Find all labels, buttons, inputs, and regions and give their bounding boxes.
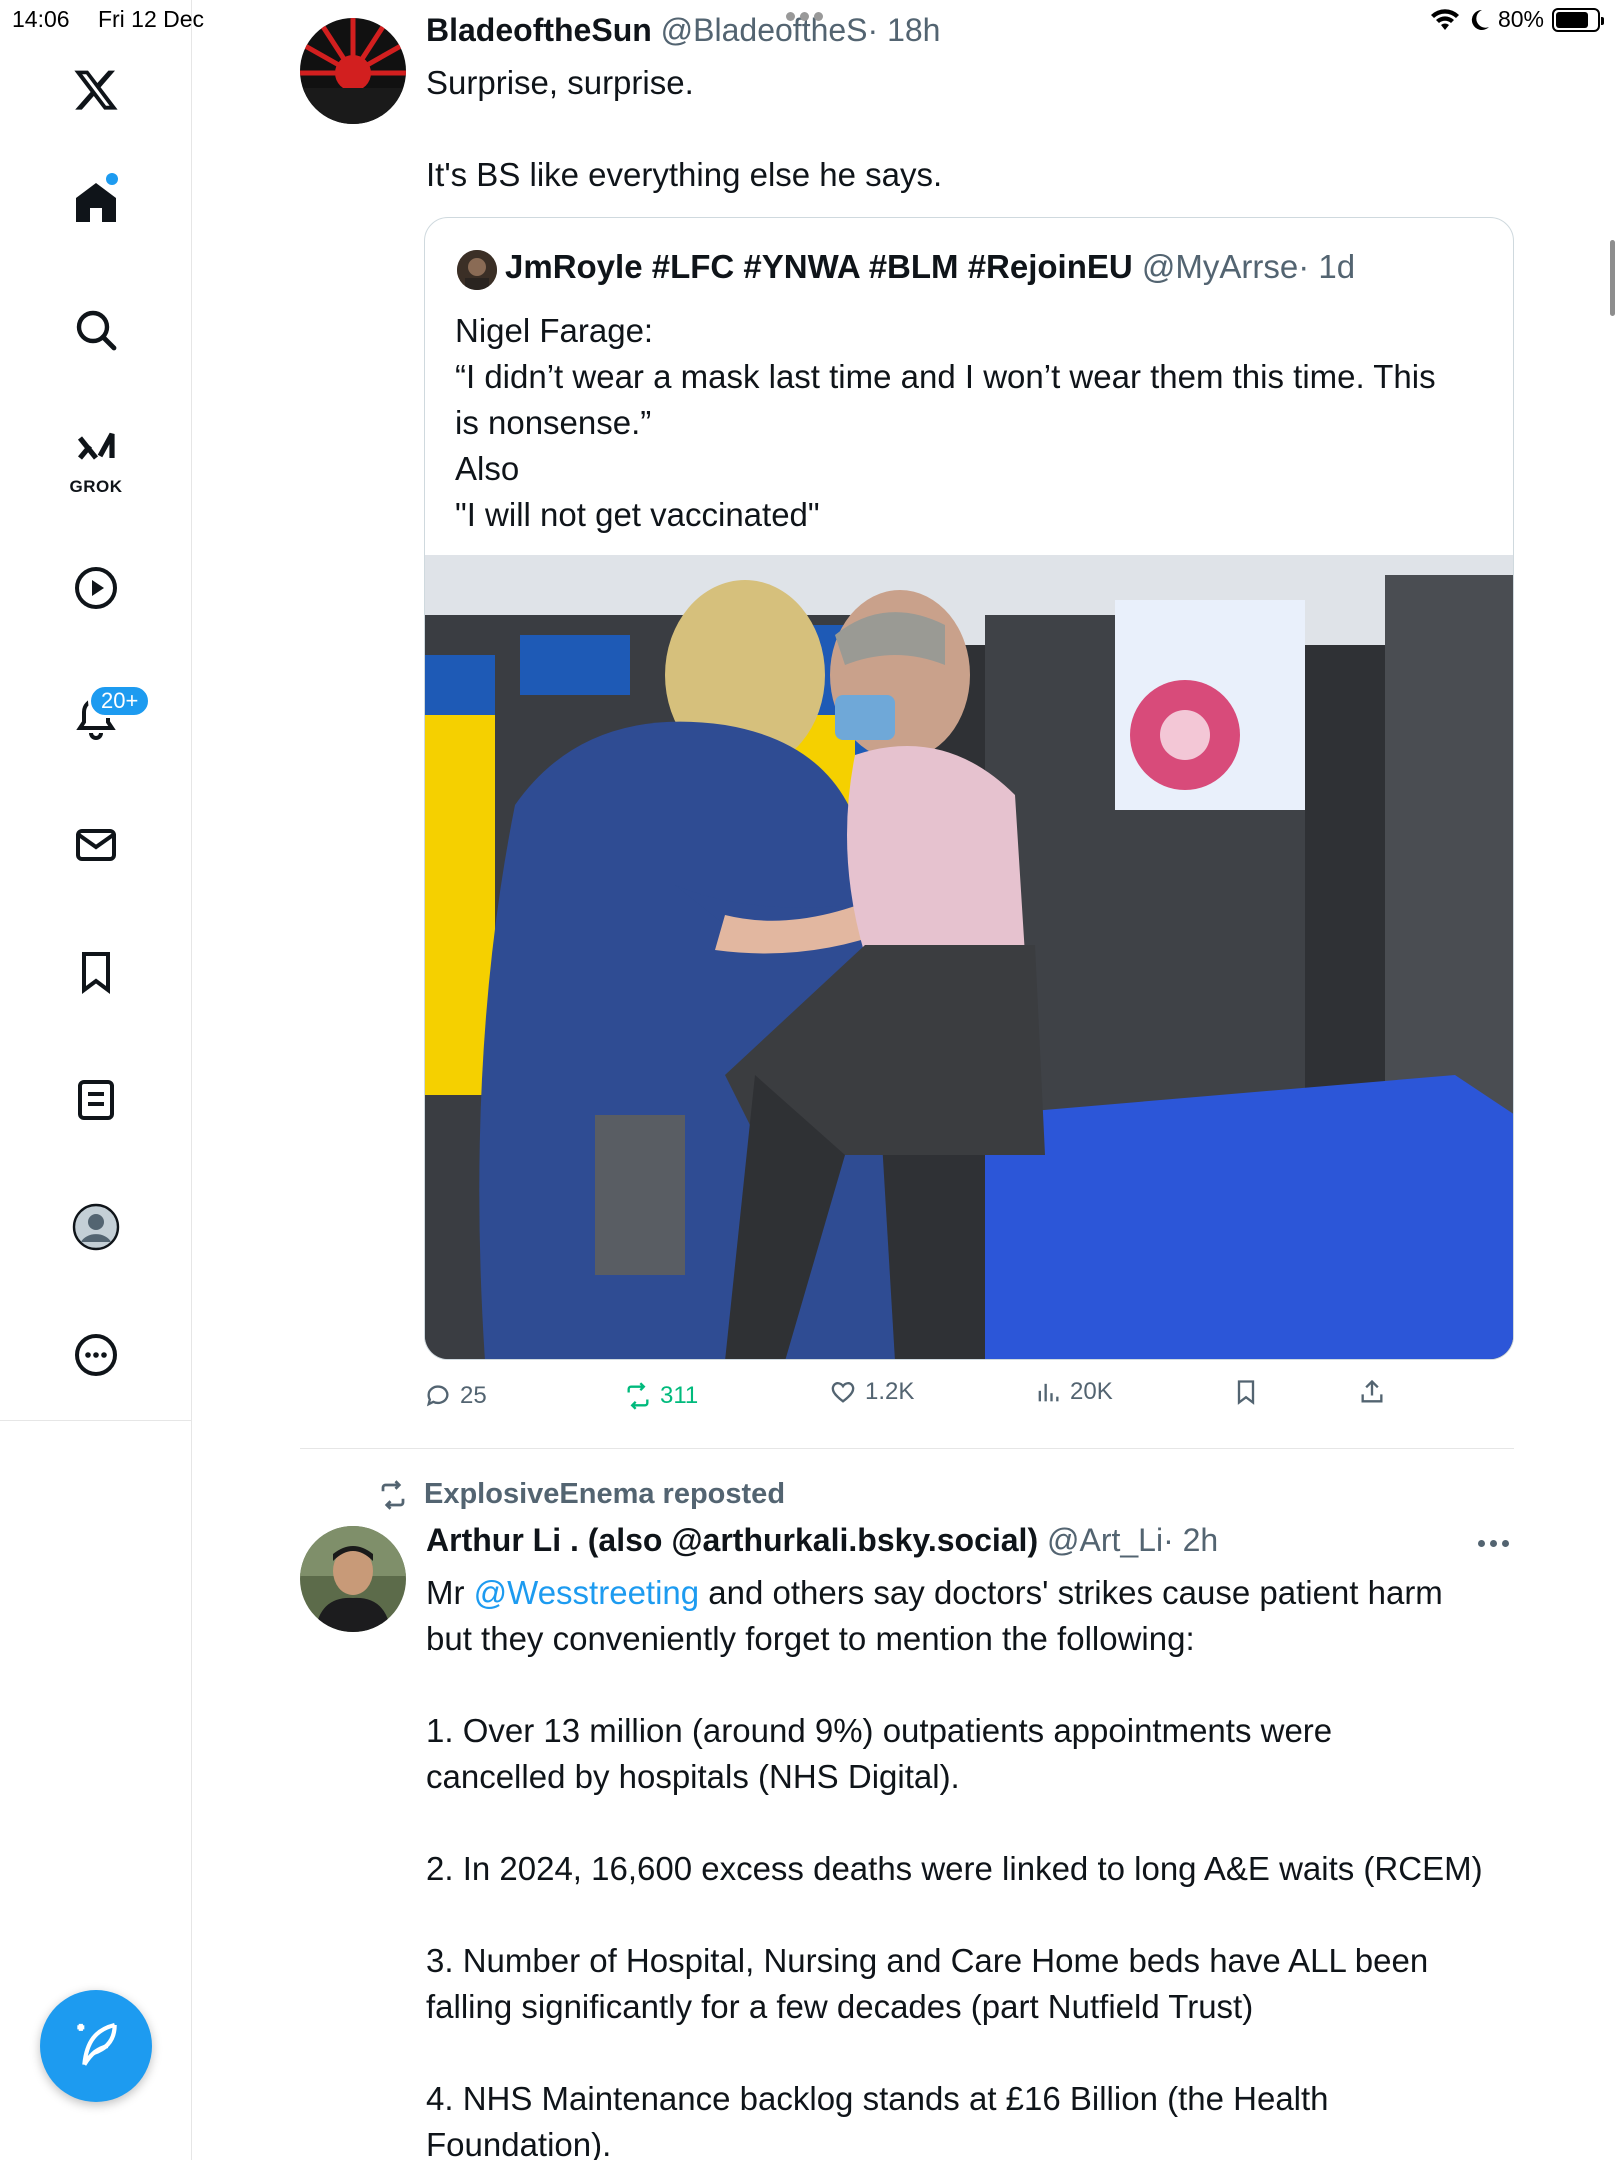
reply-count: 25 <box>460 1382 487 1409</box>
tweet2-text-line1: and others say doctors' strikes cause pa… <box>699 1574 1443 1611</box>
views-button[interactable]: 20K <box>1034 1378 1113 1406</box>
status-left: 14:06 Fri 12 Dec <box>12 6 226 33</box>
battery-icon <box>1552 7 1604 32</box>
reply-icon <box>426 1385 449 1407</box>
quote-tweet-card[interactable]: JmRoyle #LFC #YNWA #BLM #RejoinEU @MyArr… <box>424 217 1514 1360</box>
quote-avatar <box>457 250 497 290</box>
tweet1-text: Surprise, surprise. It's BS like everyth… <box>426 64 943 193</box>
repost-count: 311 <box>660 1382 699 1409</box>
tweet2-header: Arthur Li . (also @arthurkali.bsky.socia… <box>426 1522 1218 1559</box>
tweet2-time[interactable]: · 2h <box>1163 1522 1218 1558</box>
moon-icon <box>1471 9 1489 30</box>
status-right: 80% <box>1430 6 1604 33</box>
mention-link[interactable]: @Wesstreeting <box>474 1574 699 1611</box>
repost-button[interactable]: 311 <box>624 1382 698 1410</box>
reposted-by: ExplosiveEnema reposted <box>424 1478 786 1510</box>
repost-icon <box>381 1479 405 1510</box>
sidebar-border <box>191 1420 192 2160</box>
quote-header: JmRoyle #LFC #YNWA #BLM #RejoinEU @MyArr… <box>505 248 1355 286</box>
quote-handle[interactable]: @MyArrse <box>1142 248 1298 285</box>
reply-button[interactable]: 25 <box>424 1382 487 1410</box>
sidebar-divider <box>0 1420 192 1421</box>
tweet1-actions: 25 311 1.2K 20K <box>424 1378 1514 1418</box>
quote-author-name[interactable]: JmRoyle #LFC #YNWA #BLM #RejoinEU <box>505 248 1133 285</box>
compose-button[interactable] <box>40 1990 152 2102</box>
views-count: 20K <box>1070 1378 1113 1405</box>
tweet2-author-name[interactable]: Arthur Li . (also @arthurkali.bsky.socia… <box>426 1522 1038 1558</box>
quote-time: · 1d <box>1298 248 1356 285</box>
home-notification-dot <box>106 173 118 185</box>
lists-icon[interactable] <box>66 1070 126 1130</box>
notifications-badge: 20+ <box>88 684 152 718</box>
status-bar: 14:06 Fri 12 Dec 80% <box>0 0 1620 40</box>
share-icon <box>1361 1379 1383 1403</box>
wifi-icon <box>1430 8 1459 30</box>
like-count: 1.2K <box>865 1378 915 1405</box>
status-date: Fri 12 Dec <box>97 6 205 32</box>
heart-icon <box>831 1382 855 1403</box>
compose-icon <box>77 2022 117 2066</box>
search-icon[interactable] <box>66 300 126 360</box>
quote-photo[interactable] <box>425 555 1513 1359</box>
views-icon <box>1038 1383 1059 1402</box>
messages-icon[interactable] <box>66 815 126 875</box>
tweet2-text-prefix: Mr <box>426 1574 474 1611</box>
bookmarks-icon[interactable] <box>66 942 126 1002</box>
sidebar: GROK 20+ <box>0 0 192 1420</box>
video-icon[interactable] <box>66 558 126 618</box>
like-button[interactable]: 1.2K <box>829 1378 914 1406</box>
share-button[interactable] <box>1358 1378 1386 1406</box>
status-time: 14:06 <box>12 6 70 32</box>
tweet2-text: Mr @Wesstreeting and others say doctors'… <box>426 1570 1526 2160</box>
bookmark-icon <box>1237 1380 1255 1405</box>
tweet-divider <box>300 1448 1514 1449</box>
multitasking-dots-icon[interactable] <box>786 8 836 21</box>
tweet2-more-icon[interactable] <box>1478 1540 1512 1548</box>
more-icon[interactable] <box>66 1325 126 1385</box>
repost-icon <box>627 1382 649 1410</box>
battery-percent: 80% <box>1497 6 1544 32</box>
quote-text: Nigel Farage: “I didn’t wear a mask last… <box>455 312 1436 533</box>
grok-icon[interactable] <box>66 420 126 480</box>
bookmark-button[interactable] <box>1232 1378 1260 1406</box>
scrollbar[interactable] <box>1610 240 1615 316</box>
tweet2-handle[interactable]: @Art_Li <box>1047 1522 1163 1558</box>
avatar-arthur-li[interactable] <box>300 1526 406 1632</box>
tweet2-text-body: but they conveniently forget to mention … <box>426 1620 1483 2160</box>
repost-context[interactable]: ExplosiveEnema reposted <box>376 1478 785 1511</box>
profile-icon[interactable] <box>66 1197 126 1257</box>
x-logo-icon[interactable] <box>66 60 126 120</box>
grok-label: GROK <box>69 477 123 496</box>
